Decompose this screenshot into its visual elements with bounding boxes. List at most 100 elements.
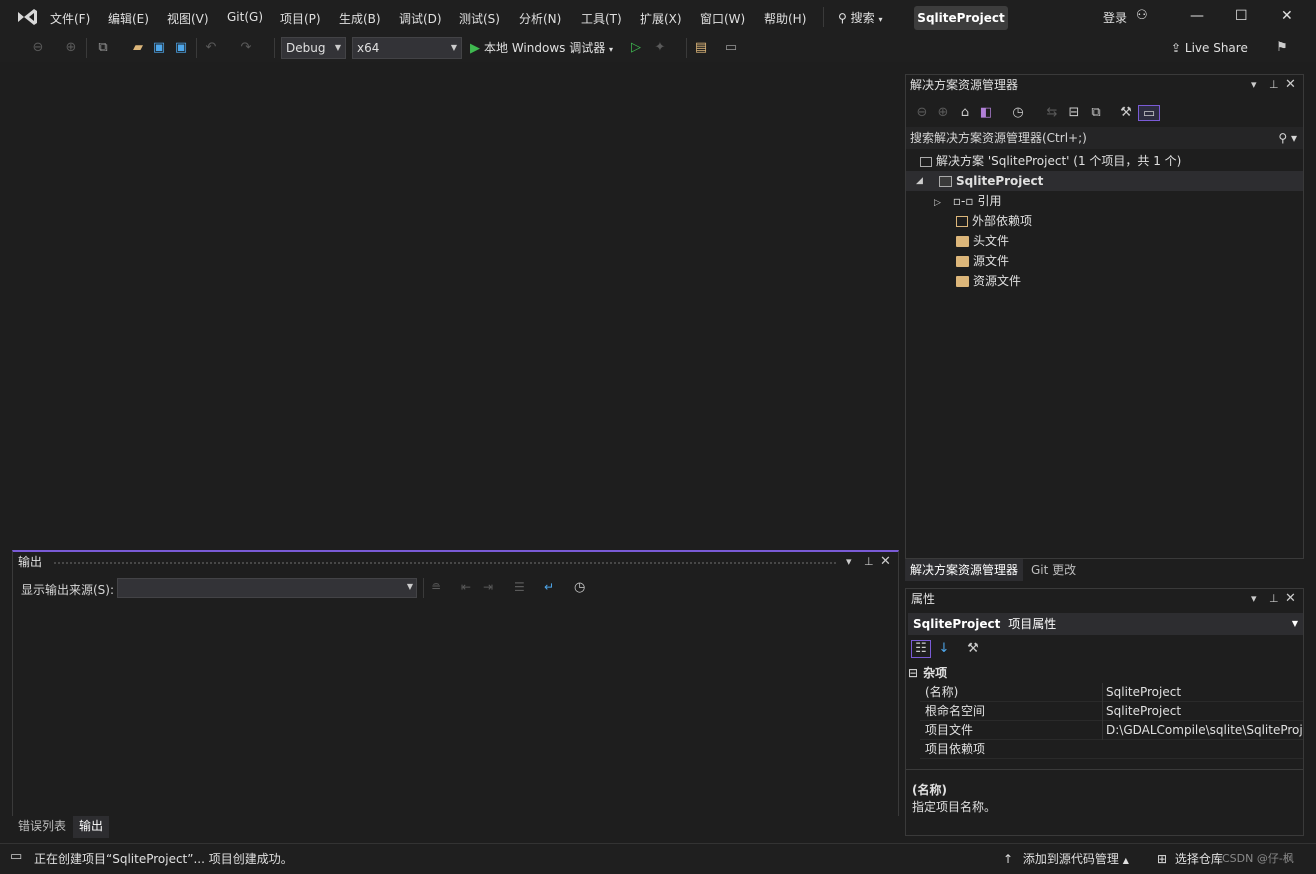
tab-output[interactable]: 输出 bbox=[73, 816, 109, 838]
menu-test[interactable]: 测试(S) bbox=[459, 10, 500, 27]
property-value[interactable]: SqliteProject bbox=[1102, 702, 1302, 721]
expanded-arrow-icon[interactable]: ◢ bbox=[916, 171, 923, 191]
close-icon[interactable]: ✕ bbox=[1285, 75, 1296, 95]
add-to-source-control-button[interactable]: ↑ 添加到源代码管理 ▲ bbox=[1003, 850, 1129, 867]
notification-icon[interactable]: ▭ bbox=[10, 849, 22, 864]
panel-grip[interactable] bbox=[53, 561, 838, 565]
next-message-icon[interactable]: ⇥ bbox=[483, 580, 493, 594]
menu-help[interactable]: 帮助(H) bbox=[764, 10, 806, 27]
navigate-back-icon[interactable]: ⊖ bbox=[30, 40, 46, 56]
menu-view[interactable]: 视图(V) bbox=[167, 10, 209, 27]
chevron-down-icon: ▼ bbox=[1292, 613, 1298, 635]
toolbar-separator bbox=[86, 38, 87, 58]
menu-edit[interactable]: 编辑(E) bbox=[108, 10, 149, 27]
timestamp-icon[interactable]: ◷ bbox=[574, 580, 585, 595]
chevron-down-icon[interactable]: ▾ bbox=[846, 552, 852, 572]
save-all-icon[interactable]: ▣ bbox=[173, 40, 189, 56]
menu-extensions[interactable]: 扩展(X) bbox=[640, 10, 682, 27]
solution-folder-icon[interactable]: ▤ bbox=[693, 40, 709, 56]
categorized-icon[interactable]: ☷ bbox=[911, 640, 931, 658]
editor-area[interactable] bbox=[5, 70, 901, 548]
home-icon[interactable]: ⌂ bbox=[957, 105, 973, 121]
back-icon[interactable]: ⊖ bbox=[914, 105, 930, 121]
output-source-select[interactable]: ▼ bbox=[117, 578, 417, 598]
property-value[interactable]: SqliteProject bbox=[1102, 683, 1302, 702]
properties-wrench-icon[interactable]: ⚒ bbox=[1118, 105, 1134, 121]
sync-icon[interactable]: ⇆ bbox=[1044, 105, 1060, 121]
collapse-category-icon[interactable]: ⊟ bbox=[908, 666, 918, 680]
find-message-icon[interactable]: ≘ bbox=[431, 580, 441, 594]
solution-node[interactable]: 解决方案 'SqliteProject' (1 个项目，共 1 个) bbox=[920, 151, 1181, 171]
property-row[interactable]: 项目依赖项 bbox=[920, 740, 1303, 759]
live-share-button[interactable]: ⇪ Live Share bbox=[1171, 41, 1248, 55]
pin-icon[interactable]: ⊥ bbox=[864, 552, 874, 572]
feedback-icon[interactable]: ⚑ bbox=[1274, 40, 1290, 56]
menu-debug[interactable]: 调试(D) bbox=[399, 10, 442, 27]
navigate-forward-icon[interactable]: ⊕ bbox=[63, 40, 79, 56]
forward-icon[interactable]: ⊕ bbox=[935, 105, 951, 121]
menu-window[interactable]: 窗口(W) bbox=[700, 10, 745, 27]
tab-error-list[interactable]: 错误列表 bbox=[12, 816, 72, 838]
preview-selected-icon[interactable]: ▭ bbox=[1138, 105, 1160, 121]
menu-build[interactable]: 生成(B) bbox=[339, 10, 381, 27]
configuration-select[interactable]: Debug ▼ bbox=[281, 37, 346, 59]
save-icon[interactable]: ▣ bbox=[151, 40, 167, 56]
tab-git-changes[interactable]: Git 更改 bbox=[1026, 559, 1081, 581]
close-icon[interactable]: ✕ bbox=[1285, 589, 1296, 609]
properties-object-select[interactable]: SqliteProject 项目属性 ▼ bbox=[908, 613, 1303, 635]
property-value[interactable]: D:\GDALCompile\sqlite\SqliteProje bbox=[1102, 721, 1302, 740]
word-wrap-icon[interactable]: ↵ bbox=[544, 580, 554, 594]
window-layout-icon[interactable]: ▭ bbox=[723, 40, 739, 56]
pending-changes-icon[interactable]: ◷ bbox=[1010, 105, 1026, 121]
header-files-node[interactable]: 头文件 bbox=[956, 231, 1009, 251]
category-header[interactable]: ⊟杂项 bbox=[908, 664, 947, 683]
search-button[interactable]: ⚲ 搜索 ▾ bbox=[838, 9, 882, 26]
pin-icon[interactable]: ⊥ bbox=[1269, 589, 1279, 609]
login-button[interactable]: 登录 bbox=[1103, 9, 1127, 26]
resource-files-node[interactable]: 资源文件 bbox=[956, 271, 1021, 291]
external-deps-node[interactable]: 外部依赖项 bbox=[956, 211, 1032, 231]
menu-analyze[interactable]: 分析(N) bbox=[519, 10, 561, 27]
new-project-icon[interactable]: ⧉ bbox=[95, 40, 111, 56]
platform-select[interactable]: x64 ▼ bbox=[352, 37, 462, 59]
start-without-debugging-icon[interactable]: ▷ bbox=[628, 40, 644, 56]
close-icon[interactable]: ✕ bbox=[1281, 8, 1293, 24]
clear-all-icon[interactable]: ☰ bbox=[514, 580, 525, 594]
references-node[interactable]: ▷▫-▫引用 bbox=[934, 191, 1002, 211]
menu-project[interactable]: 项目(P) bbox=[280, 10, 321, 27]
menu-file[interactable]: 文件(F) bbox=[50, 10, 90, 27]
account-settings-icon[interactable]: ⚇ bbox=[1136, 8, 1148, 23]
redo-icon[interactable]: ↷ bbox=[238, 40, 254, 56]
collapse-all-icon[interactable]: ⊟ bbox=[1066, 105, 1082, 121]
chevron-down-icon[interactable]: ▾ bbox=[1251, 75, 1257, 95]
solution-search-input[interactable]: 搜索解决方案资源管理器(Ctrl+;) ⚲ ▾ bbox=[906, 127, 1303, 149]
select-repository-button[interactable]: ⊞ 选择仓库 bbox=[1157, 850, 1223, 867]
property-pages-wrench-icon[interactable]: ⚒ bbox=[965, 641, 981, 657]
chevron-down-icon[interactable]: ▾ bbox=[1251, 589, 1257, 609]
solution-explorer-header: 解决方案资源管理器 ▾ ⊥ ✕ bbox=[906, 75, 1303, 97]
minimize-icon[interactable]: — bbox=[1190, 8, 1204, 24]
start-debugging-button[interactable]: ▶本地 Windows 调试器 ▾ bbox=[470, 39, 613, 56]
property-row[interactable]: (名称) SqliteProject bbox=[920, 683, 1303, 702]
show-all-files-icon[interactable]: ⧉ bbox=[1088, 105, 1104, 121]
alphabetical-icon[interactable]: ↓ bbox=[936, 641, 952, 657]
chevron-down-icon: ▼ bbox=[407, 582, 413, 591]
menu-tools[interactable]: 工具(T) bbox=[581, 10, 622, 27]
switch-views-icon[interactable]: ◧ bbox=[978, 105, 994, 121]
open-folder-icon[interactable]: ▰ bbox=[130, 40, 146, 56]
property-row[interactable]: 项目文件 D:\GDALCompile\sqlite\SqliteProje bbox=[920, 721, 1303, 740]
source-files-node[interactable]: 源文件 bbox=[956, 251, 1009, 271]
visual-studio-logo-icon[interactable] bbox=[16, 8, 38, 26]
previous-message-icon[interactable]: ⇤ bbox=[461, 580, 471, 594]
maximize-icon[interactable]: ☐ bbox=[1235, 8, 1248, 24]
collapsed-arrow-icon[interactable]: ▷ bbox=[934, 198, 941, 208]
tab-solution-explorer[interactable]: 解决方案资源管理器 bbox=[905, 559, 1023, 581]
project-name-badge: SqliteProject bbox=[914, 6, 1008, 30]
undo-icon[interactable]: ↶ bbox=[203, 40, 219, 56]
project-node[interactable]: ◢ SqliteProject bbox=[906, 171, 1303, 191]
property-row[interactable]: 根命名空间 SqliteProject bbox=[920, 702, 1303, 721]
close-icon[interactable]: ✕ bbox=[880, 552, 891, 572]
hot-reload-icon[interactable]: ✦ bbox=[652, 40, 668, 56]
menu-git[interactable]: Git(G) bbox=[227, 10, 263, 24]
pin-icon[interactable]: ⊥ bbox=[1269, 75, 1279, 95]
